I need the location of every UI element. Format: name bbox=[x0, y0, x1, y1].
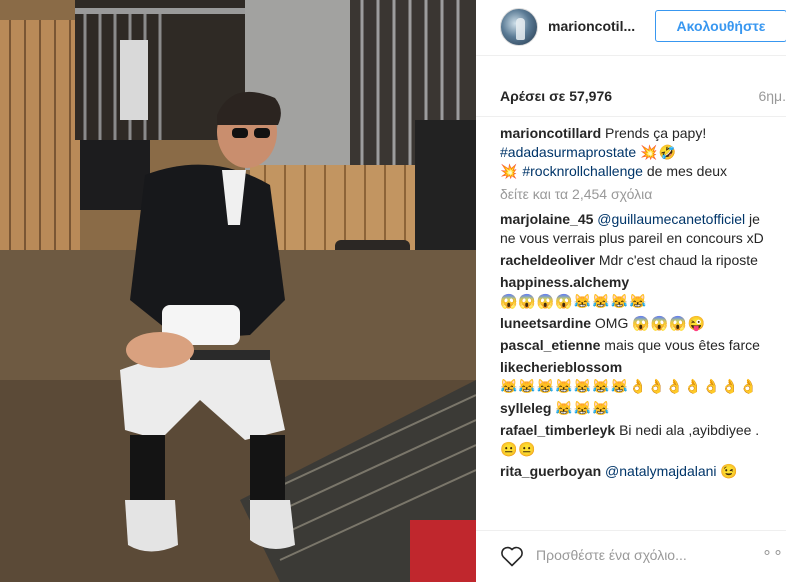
follow-button[interactable]: Ακολουθήστε bbox=[655, 10, 786, 42]
comment-mention[interactable]: @natalymajdalani bbox=[605, 463, 717, 479]
divider bbox=[476, 116, 786, 117]
comment-username[interactable]: sylleleg bbox=[500, 400, 551, 416]
comment-username[interactable]: marjolaine_45 bbox=[500, 211, 593, 227]
heart-outline-icon[interactable] bbox=[500, 545, 524, 567]
comment-text: OMG bbox=[594, 315, 629, 331]
caption-text: de mes deux bbox=[646, 163, 728, 179]
caption-hashtag[interactable]: #rocknrollchallenge bbox=[522, 163, 643, 179]
comment-emoji: 😹😹😹 bbox=[555, 400, 611, 416]
comment-text: mais que vous êtes farce bbox=[604, 337, 760, 353]
comment-emoji: 😉 bbox=[720, 463, 739, 479]
avatar[interactable] bbox=[500, 8, 538, 46]
comment-username[interactable]: pascal_etienne bbox=[500, 337, 600, 353]
comment: rita_guerboyan @natalymajdalani 😉 bbox=[500, 462, 776, 481]
view-all-comments-link[interactable]: δείτε και τα 2,454 σχόλια bbox=[500, 185, 776, 204]
comment: marjolaine_45 @guillaumecanetofficiel je… bbox=[500, 210, 776, 248]
comments-list: marioncotillard Prends ça papy! #adadasu… bbox=[500, 124, 776, 526]
comment-username[interactable]: happiness.alchemy bbox=[500, 274, 629, 290]
comment-text: Mdr c'est chaud la riposte bbox=[598, 252, 758, 268]
comment: sylleleg 😹😹😹 bbox=[500, 399, 776, 418]
comment: happiness.alchemy 😱😱😱😱😹😹😹😹 bbox=[500, 273, 776, 311]
caption: marioncotillard Prends ça papy! #adadasu… bbox=[500, 124, 776, 181]
post-side-panel: marioncotil... Ακολουθήστε Αρέσει σε 57,… bbox=[476, 0, 786, 582]
caption-emoji: 💥🤣 bbox=[640, 144, 677, 160]
caption-emoji: 💥 bbox=[500, 163, 519, 179]
comment-username[interactable]: rafael_timberleyk bbox=[500, 422, 615, 438]
ellipsis-icon[interactable]: ∘∘∘ bbox=[762, 542, 786, 562]
post-header: marioncotil... Ακολουθήστε bbox=[476, 0, 786, 56]
comment: racheldeoliver Mdr c'est chaud la ripost… bbox=[500, 251, 776, 270]
comment-text: Bi nedi ala ,ayibdiyee . bbox=[619, 422, 760, 438]
divider bbox=[476, 530, 786, 531]
comment-emoji: 😹😹😹😹😹😹😹👌👌👌👌👌👌👌 bbox=[500, 378, 759, 394]
caption-username[interactable]: marioncotillard bbox=[500, 125, 601, 141]
post-username[interactable]: marioncotil... bbox=[548, 18, 638, 34]
photo-illustration bbox=[0, 0, 476, 582]
comment: rafael_timberleyk Bi nedi ala ,ayibdiyee… bbox=[500, 421, 776, 459]
caption-hashtag[interactable]: #adadasurmaprostate bbox=[500, 144, 636, 160]
comment-emoji: 😱😱😱😜 bbox=[632, 315, 706, 331]
add-comment-input[interactable]: Προσθέστε ένα σχόλιο... bbox=[536, 547, 687, 563]
post-photo[interactable] bbox=[0, 0, 476, 582]
comment-username[interactable]: racheldeoliver bbox=[500, 252, 595, 268]
comment: luneetsardine OMG 😱😱😱😜 bbox=[500, 314, 776, 333]
comment-username[interactable]: luneetsardine bbox=[500, 315, 591, 331]
post-time[interactable]: 6ημ. bbox=[758, 88, 786, 104]
comment: likecherieblossom 😹😹😹😹😹😹😹👌👌👌👌👌👌👌 bbox=[500, 358, 776, 396]
comment: pascal_etienne mais que vous êtes farce bbox=[500, 336, 776, 355]
caption-text: Prends ça papy! bbox=[605, 125, 707, 141]
comment-username[interactable]: likecherieblossom bbox=[500, 359, 622, 375]
comment-emoji: 😐😐 bbox=[500, 441, 537, 457]
comment-emoji: 😱😱😱😱😹😹😹😹 bbox=[500, 293, 648, 309]
comment-username[interactable]: rita_guerboyan bbox=[500, 463, 601, 479]
likes-count[interactable]: Αρέσει σε 57,976 bbox=[500, 88, 612, 104]
comment-mention[interactable]: @guillaumecanetofficiel bbox=[597, 211, 745, 227]
